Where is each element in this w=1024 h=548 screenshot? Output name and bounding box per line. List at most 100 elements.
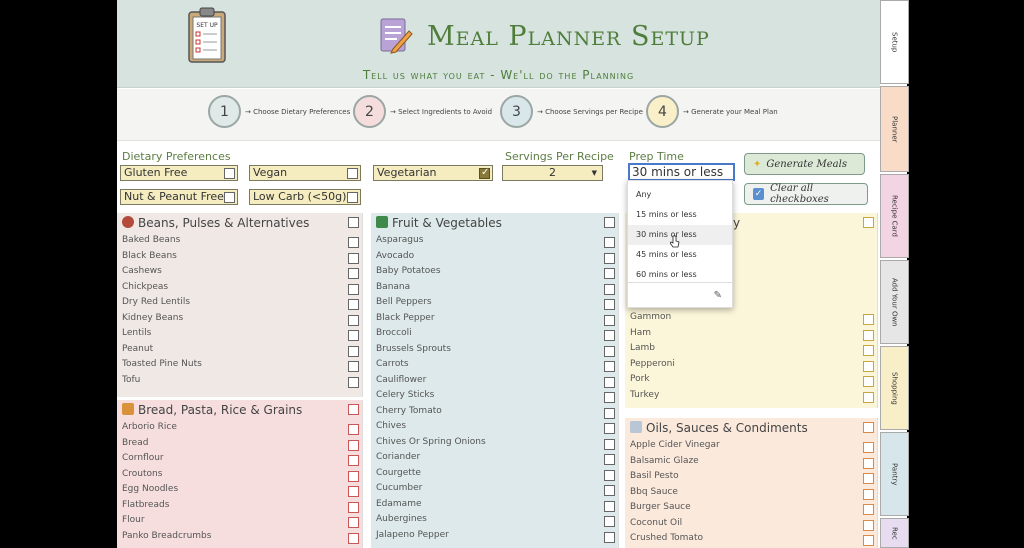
ingredient-row[interactable]: Brussels Sprouts <box>371 342 618 358</box>
ingredient-checkbox[interactable] <box>604 345 615 357</box>
ingredient-checkbox[interactable] <box>863 457 874 469</box>
ingredient-row[interactable]: Panko Breadcrumbs <box>117 529 362 545</box>
ingredient-row[interactable]: Basil Pesto <box>625 469 877 485</box>
ingredient-checkbox[interactable] <box>863 376 874 387</box>
ingredient-checkbox[interactable] <box>348 252 359 264</box>
ingredient-row[interactable]: Chickpeas <box>117 280 362 296</box>
ingredient-checkbox[interactable] <box>604 252 615 264</box>
checkbox[interactable] <box>347 192 358 203</box>
tab-recipes[interactable]: Rec <box>880 518 909 548</box>
tab-setup[interactable]: Setup <box>880 0 909 84</box>
ingredient-checkbox[interactable] <box>604 531 615 543</box>
ingredient-row[interactable]: Asparagus <box>371 233 618 249</box>
ingredient-checkbox[interactable] <box>604 314 615 326</box>
ingredient-checkbox[interactable] <box>348 361 359 372</box>
ingredient-row[interactable]: Chives <box>371 419 618 435</box>
ingredient-checkbox[interactable] <box>604 299 615 310</box>
ingredient-row[interactable]: Flour <box>117 513 362 529</box>
ingredient-checkbox[interactable] <box>604 361 615 372</box>
ingredient-row[interactable]: Black Pepper <box>371 311 618 327</box>
ingredient-checkbox[interactable] <box>863 314 874 325</box>
ingredient-checkbox[interactable] <box>604 268 615 279</box>
ingredient-checkbox[interactable] <box>863 442 874 453</box>
ingredient-row[interactable]: Arborio Rice <box>117 420 362 436</box>
ingredient-checkbox[interactable] <box>348 455 359 466</box>
ingredient-row[interactable]: Tofu <box>117 373 362 389</box>
checkbox-checked[interactable] <box>479 166 490 180</box>
option-gluten-free[interactable]: Gluten Free <box>120 165 238 181</box>
checkbox[interactable] <box>347 168 358 179</box>
ingredient-row[interactable]: Edamame <box>371 497 618 513</box>
ingredient-row[interactable]: Chives Or Spring Onions <box>371 435 618 451</box>
checkbox[interactable] <box>224 168 235 179</box>
select-all-checkbox[interactable] <box>604 217 615 228</box>
ingredient-checkbox[interactable] <box>863 519 874 531</box>
ingredient-checkbox[interactable] <box>348 486 359 497</box>
ingredient-row[interactable]: Celery Sticks <box>371 388 618 404</box>
ingredient-checkbox[interactable] <box>348 330 359 341</box>
ingredient-checkbox[interactable] <box>604 500 615 512</box>
ingredient-checkbox[interactable] <box>348 501 359 513</box>
ingredient-row[interactable]: Aubergines <box>371 512 618 528</box>
select-all-checkbox[interactable] <box>863 217 874 228</box>
ingredient-row[interactable]: Croutons <box>117 467 362 483</box>
ingredient-checkbox[interactable] <box>604 392 615 403</box>
ingredient-checkbox[interactable] <box>348 376 359 388</box>
ingredient-row[interactable]: Bbq Sauce <box>625 485 877 501</box>
ingredient-checkbox[interactable] <box>348 283 359 295</box>
ingredient-checkbox[interactable] <box>604 283 615 295</box>
ingredient-row[interactable]: Lamb <box>625 341 877 357</box>
ingredient-checkbox[interactable] <box>348 345 359 357</box>
ingredient-row[interactable]: Jalapeno Pepper <box>371 528 618 544</box>
select-all-checkbox[interactable] <box>863 422 874 433</box>
ingredient-row[interactable]: Apple Cider Vinegar <box>625 438 877 454</box>
dropdown-option[interactable]: 45 mins or less <box>628 245 732 265</box>
ingredient-checkbox[interactable] <box>604 454 615 465</box>
ingredient-row[interactable]: Crushed Tomato <box>625 531 877 547</box>
ingredient-checkbox[interactable] <box>863 360 874 372</box>
ingredient-row[interactable]: Black Beans <box>117 249 362 265</box>
ingredient-row[interactable]: Cornflour <box>117 451 362 467</box>
ingredient-row[interactable]: Baby Potatoes <box>371 264 618 280</box>
ingredient-row[interactable]: Toasted Pine Nuts <box>117 357 362 373</box>
dropdown-option-highlighted[interactable]: 30 mins or less <box>628 225 732 245</box>
ingredient-row[interactable]: Lentils <box>117 326 362 342</box>
ingredient-row[interactable]: Bell Peppers <box>371 295 618 311</box>
ingredient-checkbox[interactable] <box>863 488 874 500</box>
ingredient-row[interactable]: Pork <box>625 372 877 388</box>
option-vegetarian[interactable]: Vegetarian <box>373 165 493 181</box>
tab-recipe-card[interactable]: Recipe Card <box>880 174 909 258</box>
ingredient-row[interactable]: Coriander <box>371 450 618 466</box>
clear-checkboxes-button[interactable]: ✓ Clear all checkboxes <box>744 183 868 205</box>
ingredient-checkbox[interactable] <box>348 237 359 248</box>
tab-add-your-own[interactable]: Add Your Own <box>880 260 909 344</box>
ingredient-checkbox[interactable] <box>348 299 359 310</box>
ingredient-checkbox[interactable] <box>604 469 615 481</box>
ingredient-checkbox[interactable] <box>348 470 359 482</box>
select-all-checkbox[interactable] <box>348 404 359 415</box>
servings-select[interactable]: 2 ▼ <box>502 165 603 181</box>
ingredient-row[interactable]: Egg Noodles <box>117 482 362 498</box>
ingredient-row[interactable]: Burger Sauce <box>625 500 877 516</box>
ingredient-checkbox[interactable] <box>348 314 359 326</box>
ingredient-row[interactable]: Courgette <box>371 466 618 482</box>
ingredient-checkbox[interactable] <box>604 330 615 341</box>
ingredient-checkbox[interactable] <box>863 345 874 356</box>
tab-planner[interactable]: Planner <box>880 86 909 172</box>
ingredient-checkbox[interactable] <box>604 376 615 388</box>
select-all-checkbox[interactable] <box>348 217 359 228</box>
tab-shopping[interactable]: Shopping <box>880 346 909 430</box>
tab-pantry[interactable]: Pantry <box>880 432 909 516</box>
ingredient-row[interactable]: Cashews <box>117 264 362 280</box>
dropdown-option[interactable]: 15 mins or less <box>628 205 732 225</box>
ingredient-row[interactable]: Banana <box>371 280 618 296</box>
option-vegan[interactable]: Vegan <box>249 165 361 181</box>
ingredient-checkbox[interactable] <box>348 268 359 279</box>
ingredient-row[interactable]: Bread <box>117 436 362 452</box>
edit-pencil-icon[interactable]: ✎ <box>714 290 722 301</box>
ingredient-row[interactable]: Carrots <box>371 357 618 373</box>
ingredient-row[interactable]: Flatbreads <box>117 498 362 514</box>
ingredient-checkbox[interactable] <box>604 237 615 248</box>
ingredient-checkbox[interactable] <box>863 504 874 515</box>
ingredient-checkbox[interactable] <box>863 535 874 546</box>
